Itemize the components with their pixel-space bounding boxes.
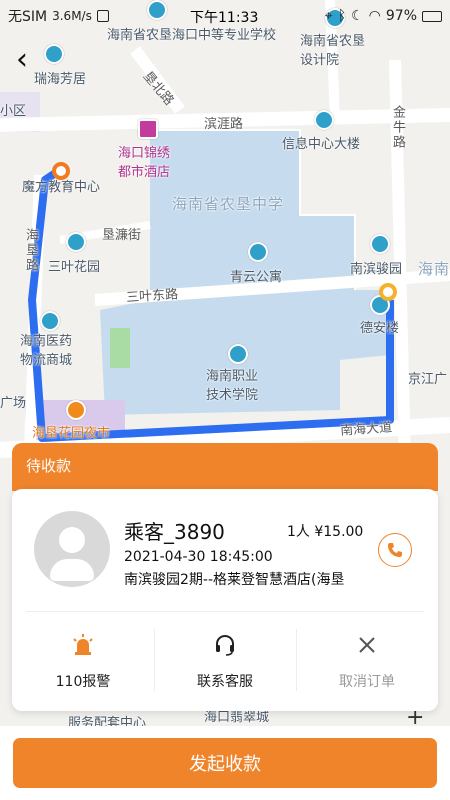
- road-label: 垦濂街: [102, 228, 142, 243]
- location-icon: ⌖: [324, 8, 333, 24]
- road-label: 滨涯路: [204, 117, 244, 132]
- poi-icon: [248, 242, 268, 262]
- restaurant-icon: [66, 400, 86, 420]
- carrier-text: 无SIM: [8, 9, 48, 25]
- order-card: 待收款 乘客_3890 1人 ¥15.00 2021-04-30 18:45:0…: [12, 443, 438, 713]
- map-label: 海南: [418, 260, 450, 278]
- map-label: 青云公寓: [230, 270, 283, 285]
- back-button[interactable]: ‹: [16, 44, 44, 80]
- map-label: 海南医药物流商城: [20, 334, 73, 368]
- status-left: 无SIM 3.6M/s: [8, 6, 109, 26]
- order-time: 2021-04-30 18:45:00: [124, 549, 273, 565]
- phone-icon: [388, 543, 402, 557]
- passenger-name: 乘客_3890: [124, 520, 225, 544]
- police-label: 110报警: [55, 674, 111, 690]
- map-label: 小区: [0, 104, 27, 119]
- battery-level: 97%: [385, 8, 417, 24]
- avatar-head-icon: [59, 527, 85, 553]
- map-label: 南滨骏园: [350, 262, 403, 277]
- moon-icon: ☾: [351, 8, 364, 24]
- cancel-order-button[interactable]: 取消订单: [296, 613, 438, 709]
- end-pin-icon: [379, 283, 397, 301]
- poi-icon: [370, 234, 390, 254]
- poi-icon: [228, 344, 248, 364]
- close-icon: [355, 633, 379, 657]
- hotel-icon: [138, 119, 158, 139]
- map-label: 京江广: [408, 372, 448, 387]
- contact-service-label: 联系客服: [197, 674, 253, 690]
- status-time: 下午11:33: [190, 10, 259, 26]
- status-right: ⌖ ᛒ ☾ ◠ 97%: [325, 8, 442, 24]
- avatar-body-icon: [50, 559, 94, 581]
- contact-service-button[interactable]: 联系客服: [154, 613, 296, 709]
- map-label: 信息中心大楼: [282, 137, 361, 152]
- map-label: 三叶花园: [48, 260, 101, 275]
- passenger-count-fare: 1人 ¥15.00: [287, 524, 364, 540]
- poi-icon: [44, 44, 64, 64]
- battery-icon: [422, 10, 442, 22]
- poi-icon: [314, 110, 334, 130]
- order-status-header: 待收款: [12, 443, 438, 491]
- order-status: 待收款: [26, 457, 72, 475]
- action-row: 110报警 联系客服 取消订单: [12, 613, 438, 709]
- order-card-body: 乘客_3890 1人 ¥15.00 2021-04-30 18:45:00 南滨…: [12, 489, 438, 711]
- road-label: 海垦路: [23, 228, 38, 273]
- map-label: 海口锦绣都市酒店: [118, 146, 171, 180]
- green-area: [110, 328, 130, 368]
- notification-icon: [96, 10, 109, 22]
- map-label: 广场: [0, 396, 27, 411]
- cancel-order-label: 取消订单: [339, 674, 395, 690]
- headset-icon: [213, 633, 237, 657]
- order-address: 南滨骏园2期--格莱登智慧酒店(海垦: [124, 572, 345, 588]
- alarm-light-icon: [71, 633, 95, 657]
- road-label: 三叶东路: [125, 287, 179, 306]
- network-speed: 3.6M/s: [52, 9, 92, 23]
- poi-icon: [66, 232, 86, 252]
- wifi-icon: ◠: [368, 8, 381, 24]
- start-pin-icon: [52, 162, 70, 180]
- map-label: 海垦花园夜市: [32, 426, 111, 441]
- map-label: 海南省农垦设计院: [300, 34, 366, 68]
- police-button[interactable]: 110报警: [12, 613, 154, 709]
- map-label: 海南职业技术学院: [206, 369, 259, 403]
- map-label: 海南省农垦中学: [172, 195, 285, 213]
- map-label: 德安楼: [360, 321, 400, 336]
- avatar: [34, 511, 110, 587]
- road-label: 金牛路: [390, 105, 405, 150]
- bluetooth-icon: ᛒ: [337, 8, 347, 24]
- call-button[interactable]: [378, 533, 412, 567]
- poi-icon: [40, 311, 60, 331]
- divider: [26, 611, 424, 612]
- road-label: 南海大道: [339, 420, 393, 439]
- start-collection-button[interactable]: 发起收款: [13, 738, 437, 788]
